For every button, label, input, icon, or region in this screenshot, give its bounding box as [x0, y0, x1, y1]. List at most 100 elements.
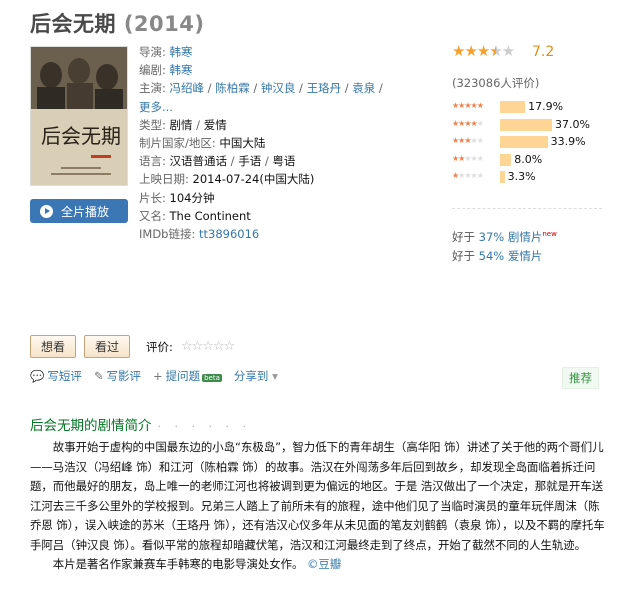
plus-icon: + [152, 369, 163, 383]
review-label: 写影评 [106, 369, 141, 383]
imdb-label: IMDb链接: [139, 227, 196, 242]
writer-link[interactable]: 韩寒 [170, 63, 193, 77]
country-value: 中国大陆 [219, 136, 266, 151]
want-to-watch-button[interactable]: 想看 [30, 335, 77, 358]
rating-distribution-row: ★★★★★ 17.9% [452, 99, 612, 117]
mini-stars-icon: ★★★★★ [452, 171, 484, 180]
synopsis-text: 本片是著名作家兼赛车手韩寒的电影导演处女作。 [52, 557, 304, 571]
info-country: 制片国家/地区: 中国大陆 [139, 134, 439, 152]
synopsis-title: 后会无期的剧情简介 · · · · · · [30, 414, 251, 434]
ask-label: 提问题 [165, 369, 201, 383]
mini-stars-icon: ★★★★★ [452, 136, 484, 145]
share-link[interactable]: 分享到 ▾ [234, 368, 278, 384]
info-release: 上映日期: 2014-07-24(中国大陆) [139, 170, 439, 188]
rating-pct: 8.0% [514, 152, 543, 166]
cast-link[interactable]: 陈柏霖 [215, 81, 250, 95]
language-value: 手语 [238, 154, 262, 169]
short-review-label: 写短评 [47, 369, 82, 383]
director-link[interactable]: 韩寒 [170, 45, 193, 59]
cast-label: 主演 [139, 81, 162, 96]
aka-value: The Continent [169, 208, 251, 223]
better-genre: 爱情片 [507, 248, 543, 263]
mini-stars-icon: ★★★★★ [452, 101, 484, 110]
divider [452, 208, 602, 209]
synopsis-body: 故事开始于虚构的中国最东边的小岛“东极岛”，智力低下的青年胡生（高华阳 饰）讲述… [30, 438, 610, 575]
beta-badge: beta [202, 374, 222, 382]
runtime-label: 片长: [139, 190, 166, 205]
rating-distribution-row: ★★★★★ 8.0% [452, 152, 612, 170]
info-genre: 类型: 剧情 / 爱情 [139, 117, 227, 132]
director-label: 导演 [139, 45, 162, 59]
rating-bar [500, 118, 552, 131]
info-imdb: IMDb链接: tt3896016 [139, 225, 439, 243]
info-cast: 主演: 冯绍峰 / 陈柏霖 / 钟汉良 / 王珞丹 / 袁泉 / [139, 81, 383, 96]
info-language: 语言: 汉语普通话 / 手语 / 粤语 [139, 154, 296, 169]
action-links: 💬 写短评 ✎ 写影评 + 提问题 beta 分享到 ▾ [30, 368, 278, 384]
better-prefix: 好于 [452, 229, 475, 244]
better-than-row: 好于 37% 剧情片new [452, 225, 557, 247]
rating-distribution: ★★★★★ 17.9% ★★★★★ 37.0% ★★★★★ 33.9% ★★★★★ 8.0% ★… [452, 99, 612, 187]
write-short-review-link[interactable]: 💬 写短评 [30, 368, 82, 384]
rating-pct: 3.3% [507, 170, 536, 183]
movie-year: (2014) [123, 12, 205, 36]
info-aka: 又名: The Continent [139, 207, 439, 225]
writer-label: 编剧 [139, 63, 162, 78]
rating-pct: 17.9% [528, 100, 564, 113]
synopsis-title-text: 后会无期的剧情简介 [30, 418, 152, 434]
cast-more-link[interactable]: 更多... [139, 100, 173, 114]
write-review-link[interactable]: ✎ 写影评 [94, 368, 141, 384]
rating-distribution-row: ★★★★★ 3.3% [452, 169, 612, 187]
play-icon [40, 204, 53, 218]
page-title: 后会无期 (2014) [30, 8, 204, 38]
info-director: 导演: 韩寒 [139, 45, 193, 59]
rating-bar [500, 101, 526, 113]
play-full-button[interactable]: 全片播放 [30, 199, 128, 223]
better-than: 好于 37% 剧情片new 好于 54% 爱情片 [452, 225, 557, 266]
info-more: 更多... [139, 98, 439, 116]
svg-text:后会无期: 后会无期 [41, 124, 121, 148]
mini-stars-icon: ★★★★★ [452, 118, 484, 128]
synopsis-paragraph: 本片是著名作家兼赛车手韩寒的电影导演处女作。 ©豆瓣 [30, 555, 610, 575]
share-label: 分享到 [233, 369, 269, 383]
synopsis-dots: · · · · · · [157, 420, 251, 433]
aka-label: 又名: [139, 208, 166, 223]
movie-title: 后会无期 [30, 12, 116, 36]
release-label: 上映日期: [139, 172, 189, 187]
rating-score: 7.2 [532, 44, 555, 60]
genre-value: 剧情 [169, 117, 193, 132]
watched-button[interactable]: 看过 [84, 335, 131, 358]
better-than-link[interactable]: 37% 剧情片 [479, 230, 543, 244]
rating-stars: ★★★★★★ [452, 42, 515, 60]
source-link[interactable]: ©豆瓣 [307, 557, 341, 571]
cast-link[interactable]: 冯绍峰 [170, 81, 205, 95]
new-badge: new [542, 230, 557, 238]
rate-stars-input[interactable]: ☆☆☆☆☆ [181, 339, 235, 354]
cast-link[interactable]: 王珞丹 [307, 81, 342, 95]
rating-pct: 37.0% [555, 117, 590, 131]
rating-bar [500, 136, 548, 148]
rate-label: 评价: [146, 339, 173, 354]
language-value: 汉语普通话 [169, 154, 228, 169]
cast-link[interactable]: 袁泉 [352, 81, 375, 95]
movie-poster[interactable]: 后会无期 [30, 46, 128, 186]
movie-info: 导演: 韩寒 编剧: 韩寒 主演: 冯绍峰 / 陈柏霖 / 钟汉良 / 王珞丹 … [139, 43, 439, 243]
language-label: 语言: [139, 154, 166, 169]
info-writer: 编剧: 韩寒 [139, 63, 193, 78]
chevron-down-icon: ▾ [272, 369, 278, 383]
ask-question-link[interactable]: + 提问题 beta [153, 368, 222, 384]
recommend-button[interactable]: 推荐 [562, 367, 599, 389]
rating-pct: 33.9% [550, 135, 586, 148]
pencil-icon: ✎ [93, 369, 104, 383]
rating-distribution-row: ★★★★★ 37.0% [452, 117, 612, 135]
imdb-link[interactable]: tt3896016 [199, 227, 259, 241]
action-bar: 想看 看过 评价: ☆☆☆☆☆ [30, 335, 235, 358]
cast-link[interactable]: 钟汉良 [261, 81, 296, 95]
synopsis-paragraph: 故事开始于虚构的中国最东边的小岛“东极岛”，智力低下的青年胡生（高华阳 饰）讲述… [30, 440, 605, 552]
mini-stars-icon: ★★★★★ [452, 153, 484, 163]
better-genre: 剧情片 [507, 229, 543, 244]
rating-votes-link[interactable]: (323086人评价) [452, 75, 539, 91]
better-than-link[interactable]: 54% 爱情片 [479, 249, 543, 263]
genre-label: 类型: [139, 117, 166, 132]
rating-bar [500, 171, 505, 183]
language-value: 粤语 [272, 154, 296, 169]
